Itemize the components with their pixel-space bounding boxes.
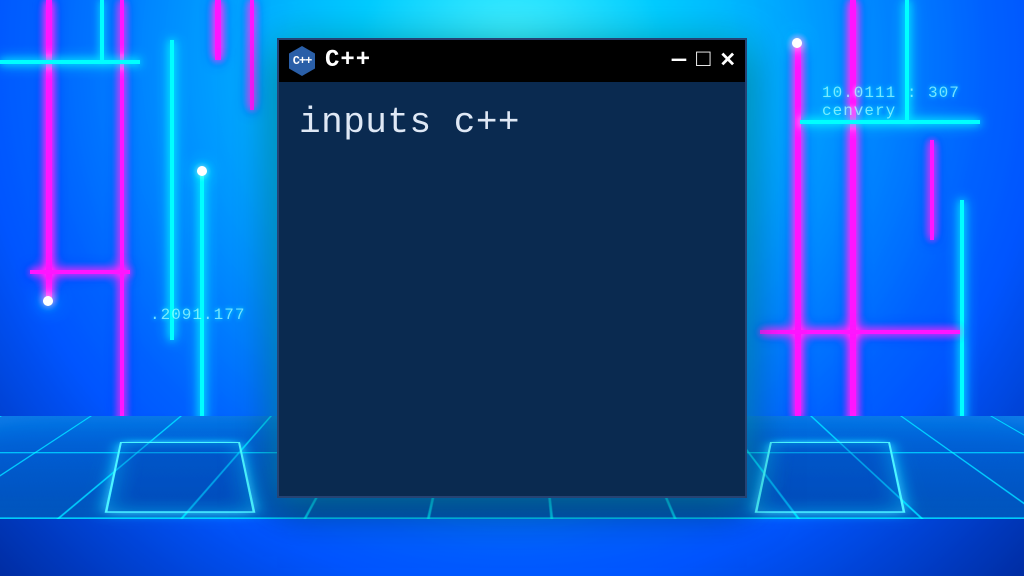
neon-line: [215, 0, 221, 60]
console-body[interactable]: inputs c++: [279, 82, 745, 496]
minimize-button[interactable]: —: [672, 49, 686, 73]
floor-tile: [755, 442, 906, 513]
floor-tile: [105, 442, 256, 513]
neon-line: [930, 140, 934, 240]
neon-line: [30, 270, 130, 274]
close-button[interactable]: ✕: [721, 49, 735, 73]
cpp-logo-icon: C++: [289, 46, 315, 76]
neon-line: [120, 0, 124, 430]
maximize-button[interactable]: □: [696, 49, 710, 73]
neon-line: [0, 60, 140, 64]
bg-text-right: 10.0111 : 307 cenvery: [822, 84, 1024, 120]
neon-node: [43, 296, 53, 306]
window-controls: — □ ✕: [672, 49, 735, 73]
cpp-logo-text: C++: [293, 55, 312, 67]
neon-node: [197, 166, 207, 176]
neon-line: [46, 0, 52, 300]
neon-line: [850, 0, 856, 430]
window-title: C++: [325, 49, 371, 73]
neon-line: [170, 40, 174, 340]
neon-line: [760, 330, 960, 334]
neon-line: [795, 40, 801, 420]
neon-line: [960, 200, 964, 430]
neon-line: [800, 120, 980, 124]
neon-line: [200, 170, 204, 430]
titlebar[interactable]: C++ C++ — □ ✕: [279, 40, 745, 82]
console-text: inputs c++: [299, 102, 520, 143]
neon-line: [100, 0, 104, 60]
bg-text-left: .2091.177: [150, 306, 245, 324]
console-window: C++ C++ — □ ✕ inputs c++: [277, 38, 747, 498]
neon-node: [792, 38, 802, 48]
neon-line: [250, 0, 254, 110]
